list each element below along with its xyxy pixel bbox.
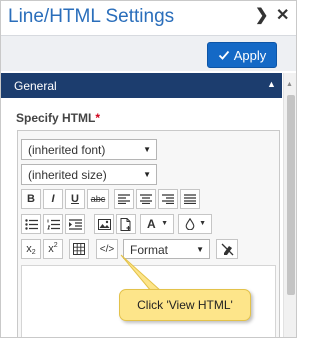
- align-right-icon: [162, 194, 174, 204]
- font-size-value: (inherited size): [28, 168, 107, 182]
- apply-button[interactable]: Apply: [207, 42, 277, 68]
- numbered-list-icon: [46, 219, 60, 229]
- action-bar: Apply: [1, 35, 296, 71]
- align-left-button[interactable]: [114, 189, 134, 209]
- align-justify-button[interactable]: [180, 189, 200, 209]
- instruction-callout: Click 'View HTML': [119, 289, 251, 321]
- align-justify-icon: [184, 194, 196, 204]
- image-icon: [97, 218, 111, 230]
- file-add-icon: [120, 217, 131, 231]
- bulleted-list-icon: [24, 218, 38, 230]
- align-right-button[interactable]: [158, 189, 178, 209]
- superscript-mark: 2: [53, 241, 58, 249]
- callout-text: Click 'View HTML': [137, 298, 233, 312]
- section-label: General: [14, 79, 57, 93]
- apply-label: Apply: [233, 47, 267, 63]
- underline-button[interactable]: U: [65, 189, 85, 209]
- chevron-right-icon[interactable]: ❯: [255, 5, 268, 25]
- clear-formatting-button[interactable]: [216, 239, 238, 259]
- bulleted-list-button[interactable]: [21, 214, 41, 234]
- italic-button[interactable]: I: [43, 189, 63, 209]
- strikethrough-button[interactable]: abc: [87, 189, 109, 209]
- subscript-mark: 2: [31, 248, 36, 256]
- numbered-list-button[interactable]: [43, 214, 63, 234]
- check-icon: [218, 50, 229, 60]
- dropdown-arrow-icon: ▼: [199, 220, 206, 227]
- table-icon: [73, 243, 85, 255]
- insert-file-button[interactable]: [116, 214, 136, 234]
- dropdown-arrow-icon: ▼: [143, 145, 151, 154]
- vertical-scrollbar[interactable]: ▲: [283, 73, 296, 337]
- superscript-button[interactable]: x2: [43, 239, 63, 259]
- required-mark: *: [95, 111, 101, 125]
- panel-title: Line/HTML Settings: [8, 6, 175, 27]
- indent-button[interactable]: [65, 214, 85, 234]
- font-color-button[interactable]: A ▼: [140, 214, 174, 234]
- close-icon[interactable]: ✕: [276, 5, 289, 25]
- scroll-up-arrow-icon[interactable]: ▲: [286, 81, 293, 88]
- section-header-general[interactable]: General ▲: [1, 73, 282, 98]
- settings-panel: Line/HTML Settings ❯ ✕ Apply General ▲ ▲…: [0, 0, 297, 338]
- caret-up-icon: ▲: [267, 79, 276, 89]
- clear-format-icon: [221, 243, 233, 255]
- bold-button[interactable]: B: [21, 189, 41, 209]
- indent-icon: [68, 218, 82, 230]
- format-value: Format: [130, 243, 169, 257]
- font-family-value: (inherited font): [28, 143, 106, 157]
- font-size-select[interactable]: (inherited size) ▼: [21, 164, 157, 185]
- field-label-text: Specify HTML: [16, 111, 96, 125]
- fill-drop-icon: [185, 218, 195, 230]
- dropdown-arrow-icon: ▼: [143, 170, 151, 179]
- scroll-thumb[interactable]: [287, 95, 295, 295]
- insert-image-button[interactable]: [94, 214, 114, 234]
- dropdown-arrow-icon: ▼: [161, 220, 168, 227]
- panel-titlebar: Line/HTML Settings ❯ ✕: [1, 1, 296, 35]
- view-html-button[interactable]: </>: [96, 239, 118, 259]
- subscript-button[interactable]: x2: [21, 239, 41, 259]
- align-left-icon: [118, 194, 130, 204]
- align-center-button[interactable]: [136, 189, 156, 209]
- format-select[interactable]: Format ▼: [123, 239, 210, 259]
- background-color-button[interactable]: ▼: [178, 214, 212, 234]
- align-center-icon: [140, 194, 152, 204]
- font-color-letter: A: [147, 217, 156, 231]
- dropdown-arrow-icon: ▼: [196, 245, 204, 254]
- insert-table-button[interactable]: [69, 239, 89, 259]
- field-label: Specify HTML*: [16, 111, 100, 125]
- font-family-select[interactable]: (inherited font) ▼: [21, 139, 157, 160]
